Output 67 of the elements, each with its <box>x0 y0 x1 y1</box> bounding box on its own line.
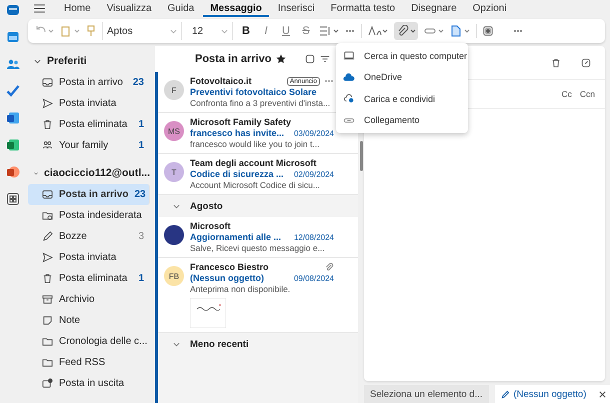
message-preview: Anteprima non disponibile. <box>190 284 292 294</box>
message-subject: (Nessun oggetto) <box>190 273 264 283</box>
message-item[interactable]: Microsoft Aggiornamenti alle ... 12/08/2024 Salve, Ricevi questo messaggio e... <box>158 217 358 258</box>
folder-item[interactable]: Posta inviata <box>28 93 150 114</box>
folder-item[interactable]: Posta eliminata 1 <box>28 114 150 135</box>
folder-item[interactable]: Archivio <box>28 289 150 310</box>
list-title: Posta in arrivo <box>195 53 272 65</box>
folder-item[interactable]: Posta indesiderata <box>28 205 150 226</box>
sender-name: Fotovoltaico.it <box>190 76 252 86</box>
message-item[interactable]: MS Microsoft Family Safety francesco has invite... 03/09/2024 francesco would like you to join t... <box>158 113 358 154</box>
account-header[interactable]: ciaociccio112@outl... <box>28 162 150 184</box>
ribbon-tab[interactable]: Messaggio <box>203 0 269 16</box>
font-size-select[interactable]: 12 <box>188 22 233 40</box>
message-date: 12/08/2024 <box>294 232 334 242</box>
menu-item[interactable]: Cerca in questo computer <box>336 45 468 66</box>
message-subject: Codice di sicurezza ... <box>190 169 284 179</box>
folder-group-header[interactable]: Preferiti <box>28 50 150 72</box>
folder-item[interactable]: Your family 1 <box>28 135 150 156</box>
window-tab[interactable]: (Nessun oggetto) <box>494 385 610 403</box>
avatar: F <box>164 80 184 100</box>
message-item[interactable]: FB Francesco Biestro (Nessun oggetto) 09/08/2024 Anteprima non disponibile. <box>158 258 358 333</box>
message-subject: Aggiornamenti alle ... <box>190 232 282 242</box>
message-preview: Confronta fino a 3 preventivi d'insta... <box>190 98 332 108</box>
group-header[interactable]: Agosto <box>158 195 358 217</box>
avatar: FB <box>164 266 184 286</box>
window-tab[interactable]: Seleziona un elemento d... <box>364 385 488 403</box>
message-date: 09/08/2024 <box>294 274 334 282</box>
message-subject: francesco has invite... <box>190 128 284 138</box>
avatar: MS <box>164 121 184 141</box>
ribbon-tab[interactable]: Guida <box>160 0 202 16</box>
folder-item[interactable]: Feed RSS <box>28 352 150 373</box>
format-button[interactable]: S <box>299 25 313 37</box>
ribbon-tab[interactable]: Disegnare <box>404 0 464 16</box>
cc-button[interactable]: Cc <box>559 89 574 99</box>
message-date: 03/09/2024 <box>294 128 334 138</box>
sender-name: Microsoft <box>190 221 230 231</box>
folder-item[interactable]: Posta in arrivo 23 <box>28 184 150 205</box>
message-item[interactable]: T Team degli account Microsoft Codice di sicurezza ... 02/09/2024 Account Microsoft Codice di sicu... <box>158 154 358 195</box>
message-preview: Account Microsoft Codice di sicu... <box>190 180 321 190</box>
sender-name: Francesco Biestro <box>190 262 269 272</box>
folder-item[interactable]: Cronologia delle c... <box>28 331 150 352</box>
ribbon-tab[interactable]: Visualizza <box>100 0 159 16</box>
folder-item[interactable]: Posta inviata <box>28 247 150 268</box>
bcc-button[interactable]: Ccn <box>578 89 597 99</box>
sender-name: Team degli account Microsoft <box>190 158 316 168</box>
folder-item[interactable]: Posta eliminata 1 <box>28 268 150 289</box>
ribbon-tab[interactable]: Inserisci <box>270 0 322 16</box>
folder-item[interactable]: Posta in arrivo 23 <box>28 72 150 93</box>
ribbon-tab[interactable]: Opzioni <box>466 0 514 16</box>
sender-name: Microsoft Family Safety <box>190 117 292 127</box>
tab-label: Seleziona un elemento d... <box>370 388 482 400</box>
message-subject: Preventivi fotovoltaico Solare <box>190 87 317 97</box>
ribbon-tab[interactable]: Home <box>57 0 98 16</box>
font-select[interactable]: Aptos <box>102 22 182 40</box>
message-preview: francesco would like you to join t... <box>190 139 320 149</box>
format-button[interactable]: B <box>239 25 253 37</box>
folder-item[interactable]: Bozze 3 <box>28 226 150 247</box>
message-date: 02/09/2024 <box>294 170 334 178</box>
tab-label: (Nessun oggetto) <box>514 388 586 400</box>
format-button[interactable]: I <box>259 25 273 37</box>
folder-item[interactable]: Note <box>28 310 150 331</box>
format-button[interactable]: U <box>279 25 293 37</box>
avatar: T <box>164 162 184 182</box>
folder-item[interactable]: Posta in uscita <box>28 373 150 394</box>
group-header[interactable]: Meno recenti <box>158 333 358 355</box>
message-preview: Salve, Ricevi questo messaggio e... <box>190 243 326 253</box>
ribbon-tab[interactable]: Formatta testo <box>324 0 402 16</box>
